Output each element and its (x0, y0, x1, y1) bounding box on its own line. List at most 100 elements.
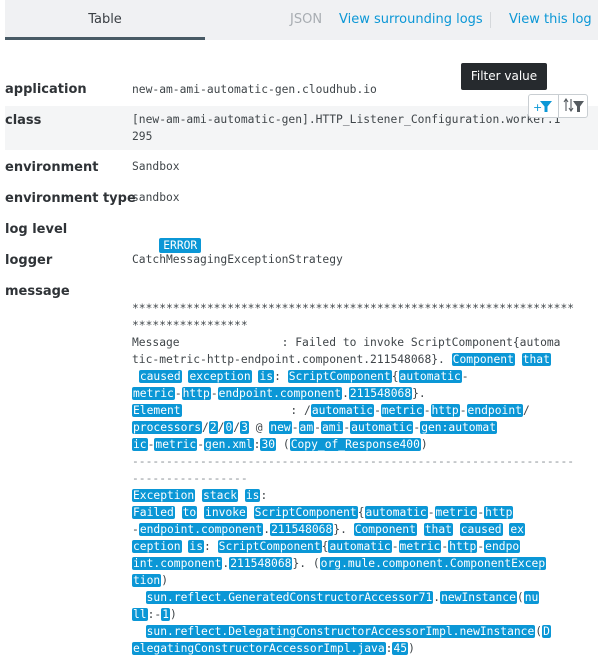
message-text (132, 370, 139, 383)
highlighted-token: tion (132, 574, 162, 587)
separator-text: ----------------------------------------… (132, 455, 575, 468)
active-tab-indicator (5, 37, 205, 40)
highlighted-token: metric (398, 540, 442, 553)
message-text: - (374, 404, 381, 417)
field-value[interactable]: [new-am-ami-automatic-gen].HTTP_Listener… (132, 111, 560, 145)
message-line: ----------------------------------------… (132, 453, 602, 470)
field-key: class (5, 113, 42, 128)
message-line: elegatingConstructorAccessorImpl.java:45… (132, 640, 602, 657)
message-text: - (314, 421, 321, 434)
tab-json[interactable]: JSON (290, 0, 322, 40)
message-text: ( (276, 438, 290, 451)
highlighted-token: ScriptComponent (217, 540, 322, 553)
highlighted-token: is (258, 370, 275, 383)
message-text: - (459, 404, 467, 417)
highlighted-token: newInstance (440, 591, 517, 604)
highlighted-token: 1 (161, 608, 171, 621)
highlighted-token: automatic (328, 540, 392, 553)
highlighted-token: am (298, 421, 315, 434)
message-text: }. (412, 387, 426, 400)
message-text (132, 591, 146, 604)
tab-table[interactable]: Table (5, 0, 205, 40)
highlighted-token: Exception (132, 489, 196, 502)
message-text: }. (333, 523, 354, 536)
message-text: ***************** (132, 319, 248, 332)
message-text: / (202, 421, 209, 434)
highlighted-token: to (181, 506, 198, 519)
highlighted-token: sun.reflect.DelegatingConstructorAccesso… (145, 625, 536, 638)
message-line: processors/2/0/3 @ new-am-ami-automatic-… (132, 419, 602, 436)
message-line: Failed to invoke ScriptComponent{automat… (132, 504, 602, 521)
highlighted-token: exception (188, 370, 252, 383)
field-value[interactable]: new-am-ami-automatic-gen.cloudhub.io (132, 81, 377, 98)
highlighted-token: elegatingConstructorAccessorImpl.java (132, 642, 386, 655)
highlighted-token: Element (132, 404, 182, 417)
highlighted-token: new (269, 421, 292, 434)
highlighted-token: endpoint.component (138, 523, 264, 536)
message-text: :- (147, 608, 162, 621)
message-line: int.component.211548068}. (org.mule.comp… (132, 555, 602, 572)
highlighted-token: ic (132, 438, 148, 451)
highlighted-token: ScriptComponent (253, 506, 358, 519)
message-text (247, 506, 254, 519)
message-line: -endpoint.component.211548068}. Componen… (132, 521, 602, 538)
message-line: sun.reflect.GeneratedConstructorAccessor… (132, 589, 602, 606)
view-tabs-bar: Table JSON View surrounding logs View th… (5, 0, 598, 40)
message-text (175, 506, 182, 519)
field-value[interactable]: Sandbox (132, 158, 180, 175)
message-text: ****************************************… (132, 302, 575, 315)
highlighted-token: Component (353, 523, 417, 536)
highlighted-token: D (542, 625, 551, 638)
message-line: ****************************************… (132, 300, 602, 317)
field-row-environment: environment Sandbox (5, 158, 598, 178)
add-filter-icon: + (533, 101, 553, 114)
sort-filter-button[interactable] (557, 95, 587, 117)
view-this-log-link[interactable]: View this log (509, 0, 592, 40)
highlighted-token: metric (154, 438, 198, 451)
highlighted-token: 211548068 (348, 387, 413, 400)
highlighted-token: caused (459, 523, 503, 536)
field-row-message: message (5, 282, 598, 302)
message-line: tic-metric-http-endpoint.component.21154… (132, 351, 602, 368)
highlighted-token: ScriptComponent (287, 370, 392, 383)
highlighted-token: ex (509, 523, 525, 536)
message-text: - (423, 404, 431, 417)
highlighted-token: http (181, 387, 211, 400)
highlighted-token: endpoint.component (217, 387, 343, 400)
message-line: ll:-1) (132, 606, 602, 623)
message-text: : (204, 540, 218, 553)
message-line: metric-http-endpoint.component.211548068… (132, 385, 602, 402)
field-row-class: class [new-am-ami-automatic-gen].HTTP_Li… (5, 106, 598, 150)
highlighted-token: endpo (484, 540, 521, 553)
highlighted-token: http (448, 540, 478, 553)
filter-actions: + (528, 94, 588, 118)
field-key: log level (5, 222, 68, 237)
message-text (238, 489, 245, 502)
field-key: message (5, 284, 70, 299)
field-key: environment (5, 160, 99, 175)
svg-text:+: + (533, 101, 542, 114)
message-text: : / (181, 404, 311, 417)
field-key: application (5, 82, 87, 97)
message-text: ) (170, 608, 177, 621)
message-text: Message : Failed to invoke ScriptCompone… (132, 336, 561, 349)
add-filter-button[interactable]: + (529, 95, 558, 117)
highlighted-token: stack (202, 489, 239, 502)
field-value[interactable]: sandbox (132, 189, 180, 206)
message-text: - (391, 540, 399, 553)
field-value[interactable]: CatchMessagingExceptionStrategy (132, 251, 343, 268)
message-text: ) (420, 438, 428, 451)
highlighted-token: org.mule.component.ComponentExcep (319, 557, 547, 570)
view-surrounding-logs-link[interactable]: View surrounding logs (339, 0, 483, 40)
message-value[interactable]: ****************************************… (132, 300, 602, 657)
message-line: ception is: ScriptComponent{automatic-me… (132, 538, 602, 555)
highlighted-token: automatic (310, 404, 375, 417)
field-row-environment-type: environment type sandbox (5, 189, 598, 209)
highlighted-token: caused (138, 370, 182, 383)
message-line: sun.reflect.DelegatingConstructorAccesso… (132, 623, 602, 640)
message-text (417, 523, 424, 536)
message-line: ***************** (132, 317, 602, 334)
message-line: Exception stack is: (132, 487, 602, 504)
message-text (453, 523, 460, 536)
message-line: tion) (132, 572, 602, 589)
